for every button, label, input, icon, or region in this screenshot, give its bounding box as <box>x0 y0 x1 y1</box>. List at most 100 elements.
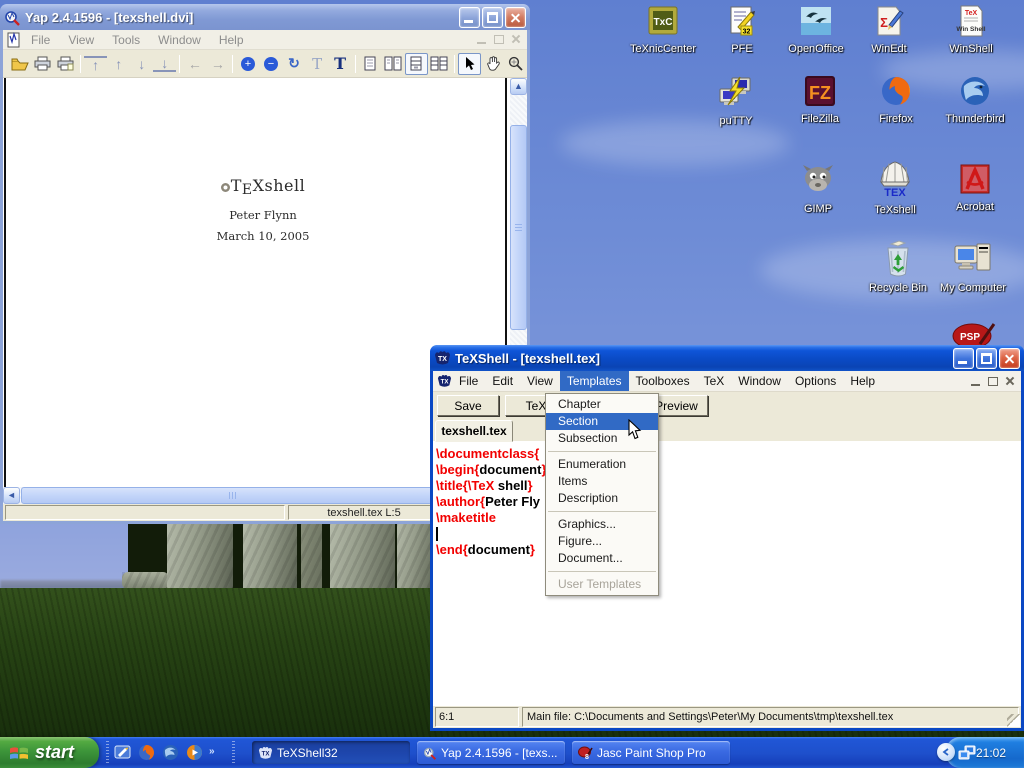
editor-line: \author{Peter Fly <box>436 494 540 509</box>
refresh-icon[interactable]: ↻ <box>283 53 306 75</box>
mdi-close-icon[interactable] <box>1003 375 1017 388</box>
texshell-editor[interactable]: \documentclass{ \begin{document} \title{… <box>433 442 1021 706</box>
char-metrics-icon[interactable]: T <box>306 53 329 75</box>
vertical-scrollbar-thumb[interactable] <box>510 125 527 330</box>
print-page-icon[interactable] <box>54 53 77 75</box>
mdi-restore-icon[interactable] <box>986 375 1000 388</box>
open-file-icon[interactable] <box>8 53 31 75</box>
desktop-icon-winedt[interactable]: Σ WinEdt <box>847 5 931 57</box>
quicklaunch-thunderbird-icon[interactable] <box>162 744 179 761</box>
continuous-view-icon[interactable] <box>405 53 428 75</box>
menu-item-chapter[interactable]: Chapter <box>546 396 658 413</box>
desktop-icon-recycle-bin[interactable]: Recycle Bin <box>856 240 940 296</box>
first-page-icon[interactable]: ↑ <box>84 56 107 72</box>
network-status-icon[interactable] <box>958 745 976 761</box>
desktop-icon-my-computer[interactable]: My Computer <box>931 240 1015 296</box>
yap-close-button[interactable] <box>505 7 526 28</box>
menu-help[interactable]: Help <box>843 371 882 391</box>
texshell-close-button[interactable] <box>999 348 1020 369</box>
texshell-maximize-button[interactable] <box>976 348 997 369</box>
menu-item-figure[interactable]: Figure... <box>546 533 658 550</box>
select-tool-icon[interactable] <box>458 53 481 75</box>
menu-tex[interactable]: TeX <box>697 371 732 391</box>
menu-item-enumeration[interactable]: Enumeration <box>546 456 658 473</box>
magnifier-tool-icon[interactable] <box>504 53 527 75</box>
texshell-titlebar[interactable]: TX TeXShell - [texshell.tex] <box>430 345 1024 371</box>
desktop-icon-acrobat[interactable]: Acrobat <box>933 163 1017 215</box>
start-button[interactable]: start <box>0 737 99 768</box>
menu-item-graphics[interactable]: Graphics... <box>546 516 658 533</box>
hide-inactive-icons-button[interactable] <box>937 743 955 761</box>
yap-menu-file[interactable]: File <box>22 31 59 49</box>
yap-mdi-restore-icon[interactable] <box>492 33 506 46</box>
yap-menu-window[interactable]: Window <box>149 31 210 49</box>
menu-options[interactable]: Options <box>788 371 843 391</box>
forward-icon[interactable]: → <box>206 53 229 75</box>
texshell-minimize-button[interactable] <box>953 348 974 369</box>
yap-mdi-close-icon[interactable] <box>509 33 523 46</box>
desktop-icon-pfe[interactable]: 32 PFE <box>700 5 784 57</box>
svg-text:Σ: Σ <box>880 15 888 30</box>
horizontal-scrollbar-thumb[interactable] <box>21 487 445 504</box>
quicklaunch-separator <box>232 741 235 764</box>
text-mode-icon[interactable]: T <box>329 53 352 75</box>
yap-menu-tools[interactable]: Tools <box>103 31 149 49</box>
facing-pages-view-icon[interactable] <box>382 53 405 75</box>
desktop-icon-filezilla[interactable]: FZ FileZilla <box>778 75 862 127</box>
svg-text:Win Shell: Win Shell <box>956 26 985 33</box>
menu-item-description[interactable]: Description <box>546 490 658 507</box>
yap-menu-view[interactable]: View <box>59 31 103 49</box>
taskbar-task-paintshoppro[interactable]: 8 Jasc Paint Shop Pro <box>572 741 730 764</box>
zoom-in-icon[interactable]: + <box>241 57 255 71</box>
save-button[interactable]: Save <box>437 395 499 416</box>
quicklaunch-firefox-icon[interactable] <box>138 744 155 761</box>
yap-menu-help[interactable]: Help <box>210 31 253 49</box>
print-icon[interactable] <box>31 53 54 75</box>
desktop-icon-texniccenter[interactable]: TxC TeXnicCenter <box>621 5 705 57</box>
previous-page-icon[interactable]: ↑ <box>107 53 130 75</box>
resize-grip[interactable] <box>1007 714 1020 727</box>
taskbar-task-yap[interactable]: Yap 2.4.1596 - [texs... <box>417 741 565 764</box>
scroll-left-button[interactable]: ◄ <box>3 487 20 504</box>
texshell-tabbar: texshell.tex <box>433 418 1021 442</box>
single-page-view-icon[interactable] <box>359 53 382 75</box>
desktop-icon-firefox[interactable]: Firefox <box>854 75 938 127</box>
dvi-preview-content: TEXshell Peter Flynn March 10, 2005 <box>163 176 363 243</box>
quicklaunch-show-desktop-icon[interactable] <box>114 744 131 761</box>
yap-minimize-button[interactable] <box>459 7 480 28</box>
menu-separator <box>548 511 656 512</box>
menu-item-items[interactable]: Items <box>546 473 658 490</box>
desktop-icon-openoffice[interactable]: OpenOffice <box>774 5 858 57</box>
quicklaunch-media-player-icon[interactable] <box>186 744 203 761</box>
desktop-icon-thunderbird[interactable]: Thunderbird <box>933 75 1017 127</box>
desktop-icon-texshell[interactable]: TEX TeXshell <box>853 160 937 218</box>
hand-tool-icon[interactable] <box>481 53 504 75</box>
taskbar-clock[interactable]: 21:02 <box>976 746 1006 760</box>
yap-task-icon <box>423 746 437 760</box>
continuous-facing-view-icon[interactable] <box>428 53 451 75</box>
mdi-minimize-icon[interactable] <box>969 375 983 388</box>
zoom-out-icon[interactable]: − <box>264 57 278 71</box>
yap-titlebar[interactable]: Yap 2.4.1596 - [texshell.dvi] <box>0 4 530 30</box>
back-icon[interactable]: ← <box>183 53 206 75</box>
yap-mdi-minimize-icon[interactable] <box>475 33 489 46</box>
desktop-icon-gimp[interactable]: GIMP <box>776 163 860 217</box>
quicklaunch-overflow-chevron[interactable]: » <box>209 746 221 763</box>
scroll-up-button[interactable]: ▲ <box>510 78 527 95</box>
desktop-icon-winshell[interactable]: TeX Win Shell WinShell <box>929 5 1013 57</box>
yap-maximize-button[interactable] <box>482 7 503 28</box>
tab-texshell-tex[interactable]: texshell.tex <box>435 420 513 442</box>
menu-item-document[interactable]: Document... <box>546 550 658 567</box>
last-page-icon[interactable]: ↓ <box>153 56 176 72</box>
menu-item-user-templates: User Templates <box>546 576 658 593</box>
yap-window-title: Yap 2.4.1596 - [texshell.dvi] <box>25 10 459 25</box>
next-page-icon[interactable]: ↓ <box>130 53 153 75</box>
menu-edit[interactable]: Edit <box>485 371 520 391</box>
menu-toolboxes[interactable]: Toolboxes <box>629 371 697 391</box>
taskbar-task-texshell[interactable]: TX TeXShell32 <box>252 741 410 764</box>
menu-view[interactable]: View <box>520 371 560 391</box>
desktop-icon-putty[interactable]: puTTY <box>694 75 778 129</box>
menu-window[interactable]: Window <box>731 371 788 391</box>
menu-templates[interactable]: Templates <box>560 371 629 391</box>
menu-file[interactable]: File <box>452 371 485 391</box>
